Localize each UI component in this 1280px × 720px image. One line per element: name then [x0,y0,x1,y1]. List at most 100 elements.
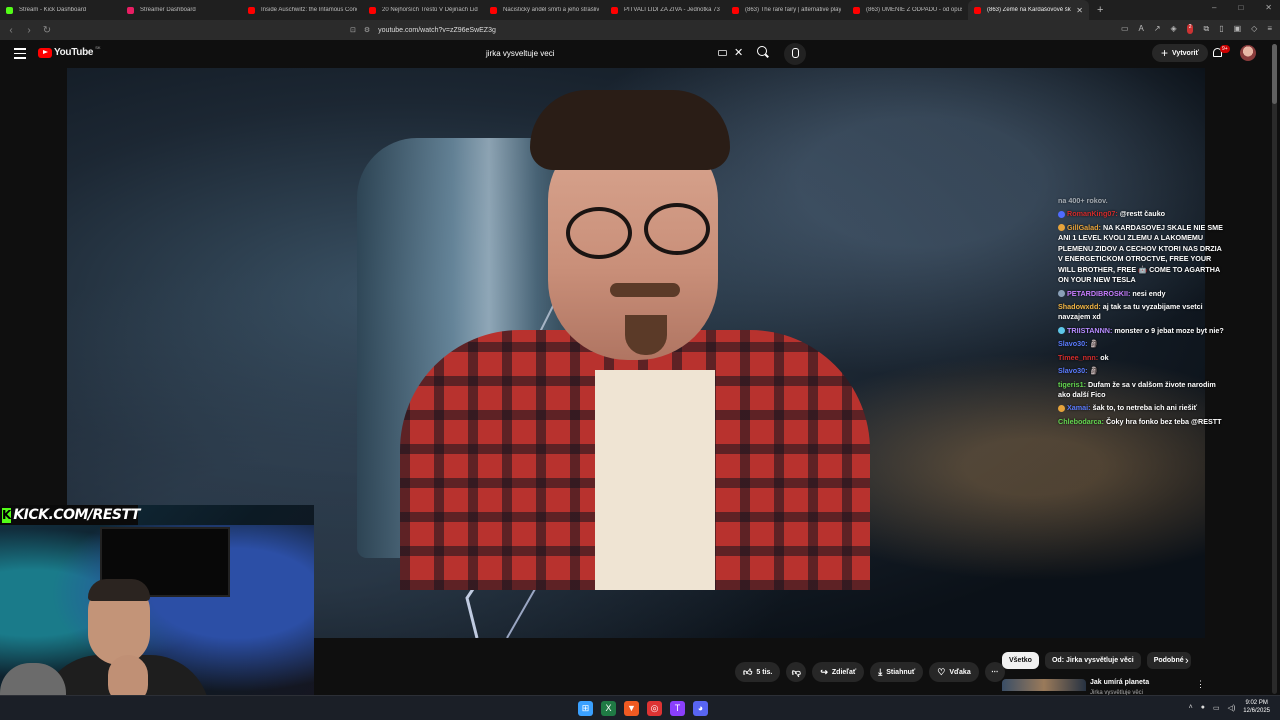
share-button[interactable]: ↪ Zdieľať [812,662,865,682]
tab-favicon-icon [127,6,134,14]
reload-icon[interactable]: ↻ [40,25,54,36]
bookmark-icon[interactable]: ⊡ [350,26,356,34]
account-avatar[interactable] [1240,45,1256,61]
thanks-button[interactable]: ♡ Vďaka [929,662,979,682]
browser-tab[interactable]: (863) The rare fairy | alternative playl… [726,0,847,20]
browser-tab[interactable]: (863) Země na Kardašovově šk ✕ [968,0,1089,20]
recommendation-menu-icon[interactable]: ⋮ [1196,679,1205,690]
chrome-icon[interactable]: ◎ [647,701,662,716]
window-controls: – □ ✕ [1212,3,1272,12]
download-icon: ⤓ [878,666,883,677]
recommendation-title[interactable]: Jak umírá planeta [1090,679,1149,686]
browser-tab[interactable]: Stream - Kick Dashboard [0,0,121,20]
chat-username: Shadowxdd: [1058,301,1101,311]
discord-icon[interactable]: ◕ [693,701,708,716]
youtube-logo-text: YouTube [54,47,94,58]
share-arrow-icon: ↪ [820,666,828,677]
thumbs-down-icon: 👎︎ [791,666,801,677]
browser-extensions: ▭ A ↗ ◈ 2 ⧉ ▯ ▣ ◇ ≡ [1121,24,1272,34]
vpn-icon[interactable]: ◇ [1251,24,1257,34]
clear-search-icon[interactable]: ✕ [734,46,743,59]
video-person-mustache [610,283,680,297]
filter-chip[interactable]: Od: Jirka vysvětluje věci [1044,652,1141,669]
plus-icon: + [1161,46,1169,60]
tab-label: Inside Auschwitz: the Infamous Conc [261,7,357,13]
streamer-webcam [0,505,314,720]
chat-message: Xamai: šak to, to netreba ich ani riešiť [1058,403,1228,413]
video-person-glasses-right [644,203,710,255]
youtube-logo[interactable]: YouTube SK [38,45,101,58]
sidebar-icon[interactable]: ▯ [1219,24,1223,34]
volume-icon[interactable]: ◁) [1228,704,1236,712]
chevron-right-icon[interactable]: › [1185,655,1189,667]
browser-tab[interactable]: Inside Auschwitz: the Infamous Conc [242,0,363,20]
browser-tab[interactable]: Streamer Dashboard [121,0,242,20]
chat-badge-icon [1058,224,1065,232]
dislike-button[interactable]: 👎︎ [786,662,807,682]
video-person-glasses-left [566,207,632,259]
microphone-icon[interactable]: ● [1201,704,1205,711]
create-button[interactable]: + Vytvoriť [1152,44,1208,62]
tab-label: Stream - Kick Dashboard [19,7,87,13]
kick-channel-url: KICK.COM/RESTT [13,507,140,523]
voice-search-icon[interactable] [784,43,806,65]
page-scrollbar[interactable] [1272,44,1277,694]
chat-text: 🗿 [1089,366,1099,376]
browser-tab[interactable]: Nacistický anděl smrti a jeho strašlivé [484,0,605,20]
chat-text: NA KARDASOVEJ SKALE NIE SME ANI 1 LEVEL … [1058,222,1223,285]
tab-close-icon[interactable]: ✕ [1076,6,1083,15]
tab-label: (863) The rare fairy | alternative playl… [745,7,841,13]
notification-count: 9+ [1220,45,1230,53]
site-info-icon[interactable]: ⚙ [364,26,370,34]
search-input[interactable]: jirka vysveltuje veci ✕ [478,44,748,63]
chat-message: Slavo30: 🗿 [1058,339,1228,349]
new-tab-button[interactable]: + [1097,4,1103,16]
network-icon[interactable]: ▭ [1213,704,1220,712]
chat-message: TRIISTANNN: monster o 9 jebat moze byt n… [1058,326,1228,336]
chat-badge-icon [1058,405,1065,413]
browser-menu-icon[interactable]: ≡ [1267,24,1272,34]
youtube-play-icon [38,47,52,58]
browser-tab[interactable]: 20 Nejhorších Trestů V Dějinách Lids [363,0,484,20]
twitch-icon[interactable]: T [670,701,685,716]
share-icon[interactable]: ↗ [1154,24,1161,34]
brave-browser-icon[interactable]: ▼ [624,701,639,716]
brave-shield-icon[interactable]: ◈ [1171,24,1177,34]
hamburger-menu-icon[interactable] [14,48,26,59]
kick-banner: K KICK.COM/RESTT [0,505,140,525]
tray-overflow-icon[interactable]: ˄ [1189,704,1193,711]
chat-message: Shadowxdd: aj tak sa tu vyzabijame vsetc… [1058,302,1228,323]
recommendation-thumbnail[interactable] [1002,679,1086,691]
filter-chip[interactable]: Všetko [1002,652,1039,669]
browser-tab[interactable]: PITVALI LIDI ZA ŽIVA - Jednotka 731 [605,0,726,20]
chat-username: tigeris1: [1058,379,1086,389]
close-window-icon[interactable]: ✕ [1265,3,1272,12]
windows-start-icon[interactable]: ⊞ [578,701,593,716]
minimize-icon[interactable]: – [1212,3,1216,12]
extension-badge[interactable]: 2 [1186,24,1194,34]
taskbar-clock[interactable]: 9:02 PM 12/6/2025 [1243,700,1270,715]
system-tray: ˄ ● ▭ ◁) 9:02 PM 12/6/2025 [1189,700,1270,715]
scrollbar-thumb[interactable] [1272,44,1277,104]
maximize-icon[interactable]: □ [1238,3,1243,12]
wallet-icon[interactable]: ▣ [1234,24,1242,34]
chat-username: Slavo30: [1058,339,1088,349]
keyboard-icon[interactable] [718,50,727,56]
like-button[interactable]: 👍︎ 5 tis. [735,662,781,682]
tab-favicon-icon [6,6,13,14]
back-icon[interactable]: ‹ [4,25,18,36]
chat-message: PETARDIBROSKII: nesi endy [1058,289,1228,299]
address-bar[interactable]: ⊡ ⚙ youtube.com/watch?v=zZ96eSwEZ3g [350,23,910,37]
forward-icon[interactable]: › [22,25,36,36]
recommendation-filter-chips: Všetko Od: Jirka vysvětluje věci Podobné [1002,652,1191,669]
stream-chat-overlay: na 400+ rokov. RomanKing07: @restt čauko G… [1058,196,1228,430]
download-button[interactable]: ⤓ Stiahnuť [870,662,924,682]
install-icon[interactable]: ▭ [1121,24,1129,34]
chat-badge-icon [1058,290,1065,298]
translate-icon[interactable]: A [1139,24,1144,34]
search-icon[interactable] [757,46,767,56]
chat-text: monster o 9 jebat moze byt nie? [1114,325,1224,335]
excel-icon[interactable]: X [601,701,616,716]
extensions-icon[interactable]: ⧉ [1203,24,1209,34]
browser-tab[interactable]: (863) UMENIE Z ODPADU - od opusti [847,0,968,20]
